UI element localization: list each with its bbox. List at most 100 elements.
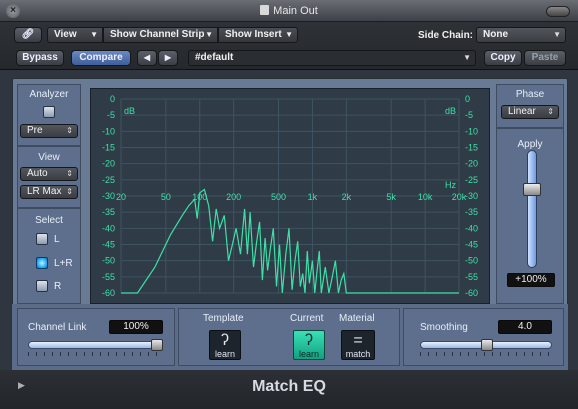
select-panel: Select L L+R R bbox=[17, 208, 81, 304]
smoothing-panel: Smoothing 4.0 bbox=[403, 308, 564, 366]
window-title-text: Main Out bbox=[273, 5, 318, 17]
db-tick-right: 0 bbox=[465, 94, 470, 104]
freq-tick-label: 500 bbox=[271, 192, 286, 202]
paste-button[interactable]: Paste bbox=[524, 50, 566, 66]
current-learn-label: learn bbox=[298, 349, 319, 359]
side-chain-value: None bbox=[483, 29, 508, 40]
side-chain-label: Side Chain: bbox=[418, 30, 474, 41]
toolbar-toggle-button[interactable] bbox=[546, 6, 570, 17]
show-insert-menu[interactable]: Show Insert ▼ bbox=[218, 27, 298, 43]
freq-tick-label: 1k bbox=[308, 192, 318, 202]
db-unit-left: dB bbox=[124, 106, 135, 116]
freq-tick-label: 200 bbox=[226, 192, 241, 202]
close-icon[interactable]: × bbox=[6, 4, 20, 18]
equals-icon: = bbox=[353, 332, 363, 349]
view-panel: View Auto ⇕ LR Max ⇕ bbox=[17, 146, 81, 208]
bypass-button[interactable]: Bypass bbox=[16, 50, 64, 66]
analyzer-checkbox[interactable] bbox=[43, 106, 55, 118]
view-mode-value: Auto bbox=[27, 168, 48, 179]
plugin-name: Match EQ bbox=[252, 378, 326, 395]
next-preset-button[interactable]: ▶ bbox=[158, 50, 178, 66]
apply-fader-thumb[interactable] bbox=[523, 183, 541, 196]
channel-r-checkbox[interactable] bbox=[36, 280, 48, 292]
apply-value-display[interactable]: +100% bbox=[507, 273, 555, 287]
disclosure-triangle-icon[interactable]: ▶ bbox=[18, 380, 25, 391]
db-tick-left: -45 bbox=[102, 240, 115, 250]
view-menu[interactable]: View ▼ bbox=[47, 27, 103, 43]
db-tick-left: -50 bbox=[102, 256, 115, 266]
current-learn-button[interactable]: ʔ learn bbox=[293, 330, 325, 360]
smoothing-value-display[interactable]: 4.0 bbox=[498, 320, 552, 334]
view-scale-value: LR Max bbox=[27, 186, 62, 197]
freq-tick-label: 20 bbox=[116, 192, 126, 202]
link-button[interactable]: 🔗︎ bbox=[14, 27, 42, 43]
phase-label: Phase bbox=[515, 89, 545, 100]
smoothing-thumb[interactable] bbox=[481, 339, 493, 351]
freq-tick-label: 5k bbox=[386, 192, 396, 202]
current-label: Current bbox=[290, 313, 324, 324]
plugin-footer: Match EQ bbox=[0, 370, 578, 409]
db-tick-left: -30 bbox=[102, 191, 115, 201]
smoothing-ticks bbox=[420, 352, 552, 356]
freq-tick-label: 20k bbox=[452, 192, 467, 202]
db-tick-right: -55 bbox=[465, 272, 478, 282]
window-title: Main Out bbox=[0, 5, 578, 17]
db-tick-left: -10 bbox=[102, 126, 115, 136]
match-button[interactable]: = match bbox=[341, 330, 375, 360]
side-chain-select[interactable]: None ▼ bbox=[476, 27, 566, 43]
analyzer-mode-select[interactable]: Pre ⇕ bbox=[20, 124, 78, 138]
db-tick-left: -25 bbox=[102, 175, 115, 185]
chevron-down-icon: ▼ bbox=[285, 30, 293, 39]
channel-l-checkbox[interactable] bbox=[36, 233, 48, 245]
db-tick-right: -60 bbox=[465, 288, 478, 298]
db-tick-right: -20 bbox=[465, 159, 478, 169]
eq-graph-svg: 0 0 -5 -5 -10 -10 -15 -15 -20 -20 -25 -25 -30 -30 -35 -… bbox=[102, 94, 478, 298]
smoothing-slider[interactable] bbox=[420, 339, 552, 351]
view-scale-select[interactable]: LR Max ⇕ bbox=[20, 185, 78, 199]
db-tick-right: -50 bbox=[465, 256, 478, 266]
channel-lr-checkbox[interactable] bbox=[36, 257, 48, 269]
eq-graph[interactable]: 0 0 -5 -5 -10 -10 -15 -15 -20 -20 -25 -25 -30 -30 -35 -… bbox=[90, 88, 490, 304]
db-tick-left: -20 bbox=[102, 159, 115, 169]
chevron-updown-icon: ⇕ bbox=[66, 126, 73, 135]
previous-preset-button[interactable]: ◀ bbox=[137, 50, 157, 66]
channel-link-value-display[interactable]: 100% bbox=[109, 320, 163, 334]
plugin-header: 🔗︎ View ▼ Show Channel Strip ▼ Show Insert… bbox=[0, 22, 578, 70]
chevron-down-icon: ▼ bbox=[90, 30, 98, 39]
view-label: View bbox=[38, 152, 60, 163]
hz-unit-label: Hz bbox=[445, 180, 456, 190]
db-tick-right: -25 bbox=[465, 175, 478, 185]
db-tick-left: -60 bbox=[102, 288, 115, 298]
graph-grid bbox=[120, 98, 460, 294]
chevron-down-icon: ▼ bbox=[553, 30, 561, 39]
show-channel-strip-menu[interactable]: Show Channel Strip ▼ bbox=[103, 27, 218, 43]
db-tick-left: -35 bbox=[102, 207, 115, 217]
analyzer-label: Analyzer bbox=[29, 89, 69, 100]
apply-fader[interactable] bbox=[527, 150, 537, 268]
copy-button[interactable]: Copy bbox=[484, 50, 522, 66]
channel-link-panel: Channel Link 100% bbox=[17, 308, 175, 366]
view-mode-select[interactable]: Auto ⇕ bbox=[20, 167, 78, 181]
template-learn-button[interactable]: ʔ learn bbox=[209, 330, 241, 360]
title-bar: Main Out bbox=[0, 0, 578, 22]
analyzer-panel: Analyzer Pre ⇕ bbox=[17, 84, 81, 146]
channel-link-thumb[interactable] bbox=[151, 339, 163, 351]
freq-tick-label: 50 bbox=[161, 192, 171, 202]
template-learn-label: learn bbox=[214, 349, 235, 359]
select-label: Select bbox=[35, 215, 63, 226]
show-channel-strip-label: Show Channel Strip bbox=[110, 29, 205, 40]
material-label: Material bbox=[339, 313, 375, 324]
db-tick-right: -30 bbox=[465, 191, 478, 201]
channel-link-slider[interactable] bbox=[28, 339, 163, 351]
view-menu-label: View bbox=[54, 29, 77, 40]
channel-link-label: Channel Link bbox=[28, 322, 87, 333]
chevron-updown-icon: ⇕ bbox=[66, 187, 73, 196]
template-label: Template bbox=[203, 313, 244, 324]
compare-button[interactable]: Compare bbox=[71, 50, 131, 66]
phase-select[interactable]: Linear ⇕ bbox=[501, 105, 559, 119]
document-icon bbox=[260, 5, 270, 15]
chevron-down-icon: ▼ bbox=[463, 53, 471, 62]
match-panel: Template ʔ learn Current ʔ learn Material … bbox=[178, 308, 400, 366]
preset-select[interactable]: #default ▼ bbox=[188, 50, 476, 66]
db-tick-left: -40 bbox=[102, 223, 115, 233]
